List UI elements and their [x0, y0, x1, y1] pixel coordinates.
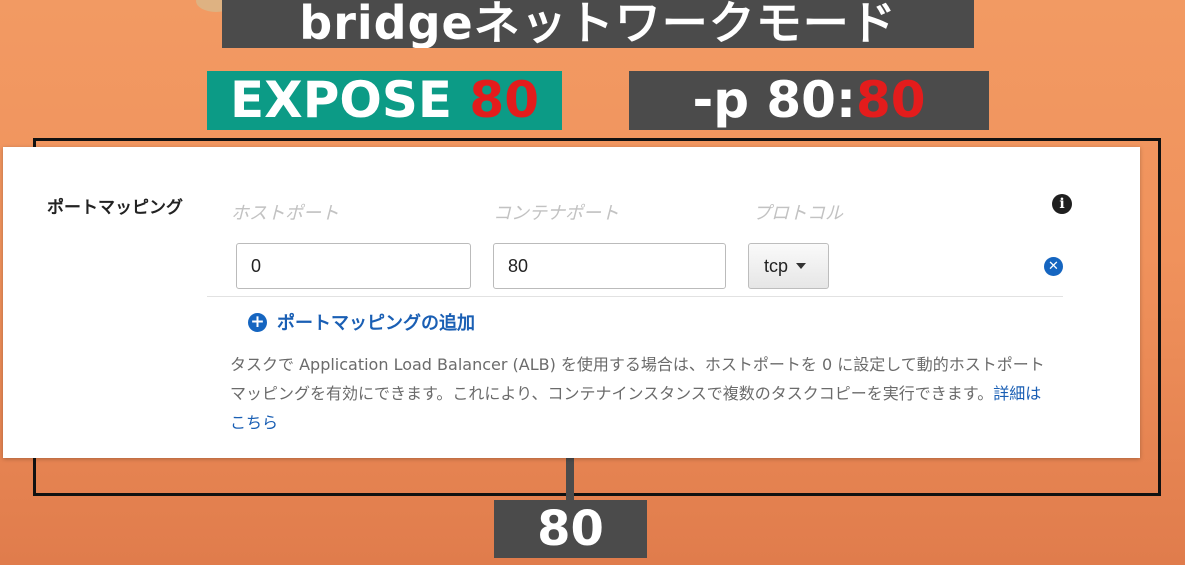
protocol-select-value: tcp [764, 255, 789, 276]
expose-prefix: EXPOSE [229, 71, 470, 129]
plus-circle-icon: + [248, 312, 267, 332]
diagram-connector [566, 455, 574, 501]
publish-port: 80 [855, 71, 926, 129]
container-port-input[interactable] [493, 243, 726, 289]
expose-port: 80 [469, 71, 540, 129]
info-icon[interactable]: i [1052, 194, 1072, 214]
add-port-mapping-label: ポートマッピングの追加 [277, 313, 475, 334]
bottom-port-label: 80 [494, 500, 647, 558]
port-mapping-panel: ポートマッピング ホストポート コンテナポート プロトコル i tcp ✕ + … [3, 147, 1140, 458]
close-circle-icon[interactable]: ✕ [1044, 257, 1063, 276]
protocol-select[interactable]: tcp [748, 243, 829, 289]
add-port-mapping-link[interactable]: + ポートマッピングの追加 [248, 309, 475, 335]
help-text-body: タスクで Application Load Balancer (ALB) を使用… [230, 355, 1045, 403]
host-port-input[interactable] [236, 243, 471, 289]
help-text: タスクで Application Load Balancer (ALB) を使用… [230, 350, 1050, 437]
publish-prefix: -p 80: [692, 71, 856, 129]
protocol-header: プロトコル [753, 203, 843, 224]
caret-down-icon [796, 263, 807, 269]
port-mapping-label: ポートマッピング [47, 198, 183, 218]
slide-title: bridgeネットワークモード [222, 0, 974, 48]
container-port-header: コンテナポート [493, 203, 619, 224]
host-port-header: ホストポート [231, 203, 339, 224]
expose-badge: EXPOSE 80 [207, 71, 562, 130]
row-divider [207, 296, 1063, 297]
publish-badge: -p 80:80 [629, 71, 989, 130]
